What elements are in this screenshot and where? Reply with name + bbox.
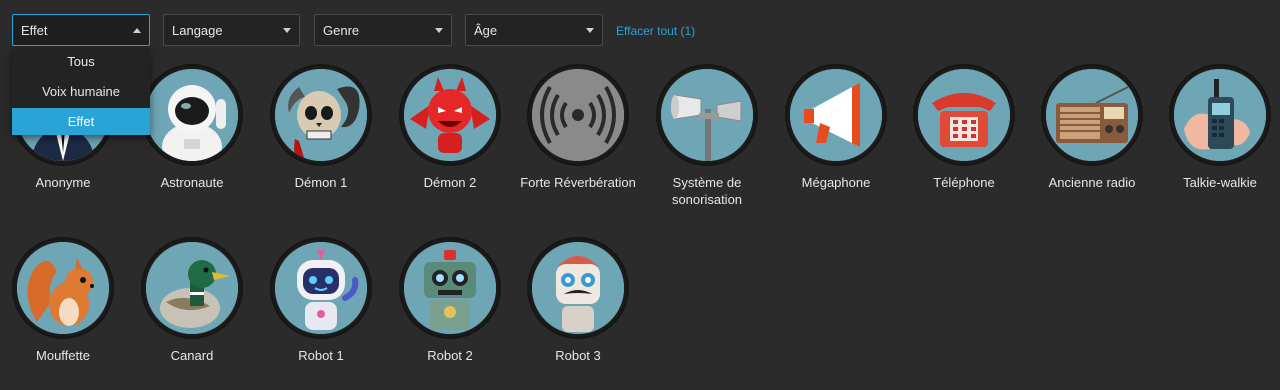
old-radio-icon	[1046, 69, 1138, 161]
voice-label: Canard	[170, 348, 214, 363]
voice-avatar	[270, 237, 372, 339]
voice-card-mouffette[interactable]: Mouffette	[3, 237, 123, 364]
voice-label: Téléphone	[933, 175, 995, 190]
voice-card-megaphone[interactable]: Mégaphone	[776, 64, 896, 191]
voice-label: Astronaute	[160, 175, 224, 190]
megaphone-icon	[790, 69, 882, 161]
voice-card-astronaute[interactable]: Astronaute	[132, 64, 252, 191]
robot-green-icon	[404, 242, 496, 334]
gender-filter-select[interactable]: Genre	[314, 14, 452, 46]
voice-avatar	[1169, 64, 1271, 166]
voice-label: Démon 2	[423, 175, 477, 190]
voice-avatar	[141, 64, 243, 166]
voice-label: Mégaphone	[801, 175, 871, 190]
voice-avatar	[141, 237, 243, 339]
voice-avatar	[399, 64, 501, 166]
voice-card-systeme-sonorisation[interactable]: Système de sonorisation	[647, 64, 767, 208]
chevron-up-icon	[133, 27, 141, 33]
dropdown-option-effet[interactable]: Effet	[12, 108, 150, 135]
robot-mustache-icon	[532, 242, 624, 334]
chevron-down-icon	[435, 27, 443, 33]
effect-filter-select[interactable]: Effet	[12, 14, 150, 46]
language-filter-label: Langage	[172, 22, 223, 38]
astronaut-icon	[146, 69, 238, 161]
chevron-down-icon	[283, 27, 291, 33]
voice-card-ancienne-radio[interactable]: Ancienne radio	[1032, 64, 1152, 191]
dropdown-option-voix-humaine[interactable]: Voix humaine	[12, 78, 150, 105]
squirrel-icon	[17, 242, 109, 334]
voice-label: Robot 3	[555, 348, 601, 363]
effect-filter-label: Effet	[21, 22, 48, 38]
voice-label: Mouffette	[36, 348, 90, 363]
clear-all-link[interactable]: Effacer tout (1)	[616, 24, 695, 38]
voice-avatar	[913, 64, 1015, 166]
dropdown-option-tous[interactable]: Tous	[12, 48, 150, 75]
voice-avatar	[527, 237, 629, 339]
voice-avatar	[12, 237, 114, 339]
voice-avatar	[399, 237, 501, 339]
voice-card-canard[interactable]: Canard	[132, 237, 252, 364]
voice-label: Robot 1	[298, 348, 344, 363]
voice-card-demon-2[interactable]: Démon 2	[390, 64, 510, 191]
voice-label: Ancienne radio	[1048, 175, 1136, 190]
voice-avatar	[656, 64, 758, 166]
age-filter-label: Âge	[474, 22, 498, 38]
voice-avatar	[270, 64, 372, 166]
red-devil-icon	[404, 69, 496, 161]
voice-avatar	[785, 64, 887, 166]
age-filter-select[interactable]: Âge	[465, 14, 603, 46]
voice-label: Système de sonorisation	[671, 175, 743, 207]
voice-card-demon-1[interactable]: Démon 1	[261, 64, 381, 191]
demon-skull-icon	[275, 69, 367, 161]
voice-avatar	[527, 64, 629, 166]
voice-label: Forte Réverbération	[520, 175, 636, 190]
voice-avatar	[1041, 64, 1143, 166]
voice-card-talkie-walkie[interactable]: Talkie-walkie	[1160, 64, 1280, 191]
voice-card-forte-reverberation[interactable]: Forte Réverbération	[518, 64, 638, 191]
robot-blue-icon	[275, 242, 367, 334]
language-filter-select[interactable]: Langage	[163, 14, 300, 46]
reverb-icon	[532, 69, 624, 161]
voice-label: Anonyme	[35, 175, 91, 190]
voice-card-robot-3[interactable]: Robot 3	[518, 237, 638, 364]
voice-label: Talkie-walkie	[1183, 175, 1257, 190]
voice-label: Robot 2	[427, 348, 473, 363]
gender-filter-label: Genre	[323, 22, 360, 38]
voice-card-telephone[interactable]: Téléphone	[904, 64, 1024, 191]
pa-speaker-icon	[661, 69, 753, 161]
telephone-icon	[918, 69, 1010, 161]
voice-card-robot-1[interactable]: Robot 1	[261, 237, 381, 364]
effect-dropdown-menu: Tous Voix humaine Effet	[12, 48, 150, 135]
voice-label: Démon 1	[294, 175, 348, 190]
chevron-down-icon	[586, 27, 594, 33]
voice-card-robot-2[interactable]: Robot 2	[390, 237, 510, 364]
walkie-talkie-icon	[1174, 69, 1266, 161]
duck-icon	[146, 242, 238, 334]
